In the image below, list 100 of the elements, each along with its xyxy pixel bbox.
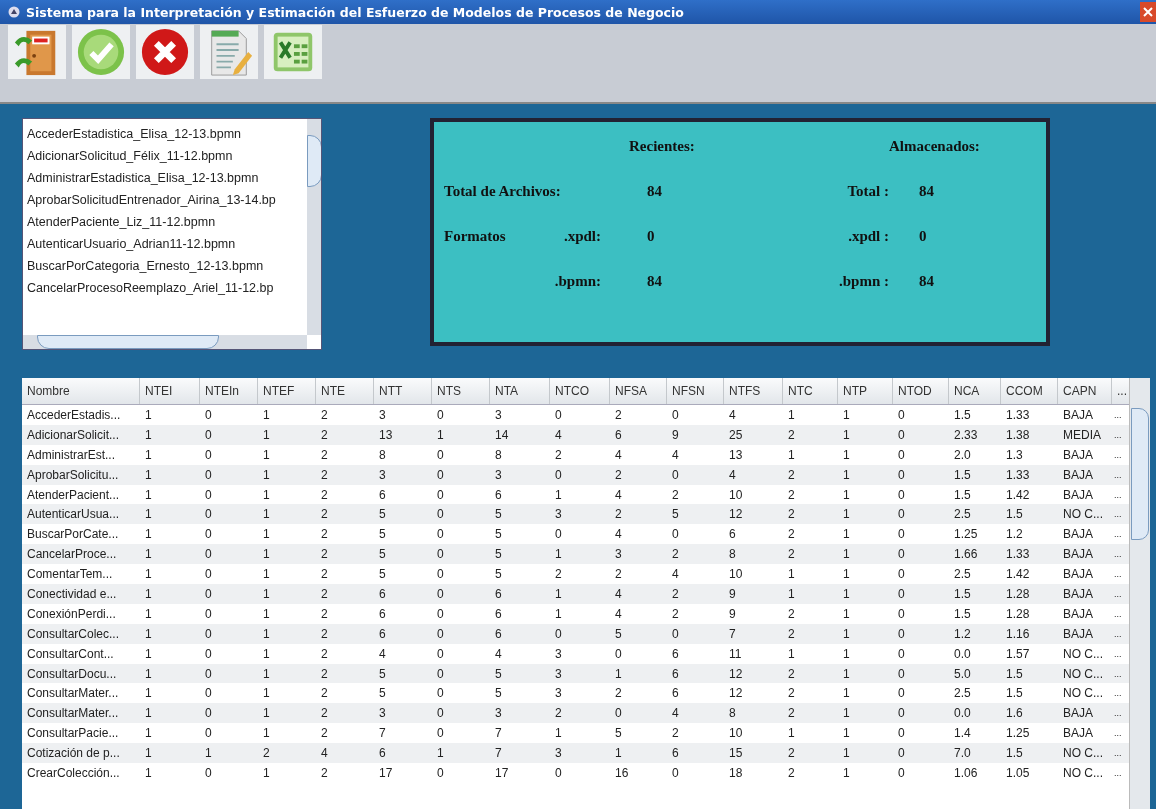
table-cell-text: 1 — [842, 586, 851, 603]
table-cell-text: ConsultarMater... — [26, 685, 120, 703]
table-cell-text: 0 — [897, 745, 906, 763]
table-cell-text: 1 — [262, 765, 271, 783]
table-cell-text: 0 — [897, 446, 906, 464]
table-cell-text: ConsultarMater... — [26, 705, 120, 723]
column-header[interactable]: NTP — [838, 378, 893, 404]
table-cell-text: 1 — [144, 745, 153, 763]
table-cell-text: 0 — [897, 426, 906, 444]
table-cell-text: ... — [1113, 627, 1123, 641]
table-cell-text: 4 — [671, 566, 680, 584]
file-list-item[interactable]: AprobarSolicitudEntrenador_Airina_13-14.bp — [27, 189, 307, 211]
vertical-scrollbar[interactable] — [1129, 378, 1150, 809]
table-cell-text: 0 — [897, 705, 906, 723]
table-cell-text: BAJA — [1062, 407, 1094, 424]
table-cell-text: 1 — [842, 745, 851, 763]
table-cell-text: 1 — [262, 506, 271, 524]
table-cell-text: 1 — [842, 665, 851, 683]
table-cell-text: 1 — [787, 645, 796, 663]
table-cell-text: ... — [1113, 647, 1123, 661]
table-cell-text: 2 — [320, 665, 329, 683]
table-cell-text: 1 — [842, 765, 851, 783]
column-header[interactable]: CCOM — [1001, 378, 1058, 404]
column-header[interactable]: NFSN — [667, 378, 724, 404]
column-header[interactable]: NTT — [374, 378, 432, 404]
file-list-item[interactable]: BuscarPorCategoria_Ernesto_12-13.bpmn — [27, 255, 307, 277]
toolbar-button[interactable] — [264, 25, 322, 79]
column-header[interactable]: NTOD — [893, 378, 949, 404]
table-cell-text: 0 — [436, 566, 445, 584]
table-cell-text: 0 — [554, 407, 563, 424]
column-header[interactable]: NTFS — [724, 378, 783, 404]
column-header[interactable]: NTC — [783, 378, 838, 404]
table-cell-text: 1 — [554, 486, 563, 504]
table-cell-text: 0 — [436, 605, 445, 623]
table-cell-text: 1.33 — [1005, 466, 1031, 484]
column-header[interactable]: NTA — [490, 378, 550, 404]
toolbar-button[interactable] — [136, 25, 194, 79]
table-cell-text: 2 — [320, 426, 329, 444]
table-cell-text: 1.06 — [953, 765, 979, 783]
table-cell-text: 2 — [787, 625, 796, 643]
column-header[interactable]: NTEI — [140, 378, 200, 404]
toolbar-button[interactable] — [200, 25, 258, 79]
table-cell-text: 2.5 — [953, 506, 972, 524]
column-header[interactable]: NFSA — [610, 378, 667, 404]
column-header[interactable]: Nombre — [22, 378, 140, 404]
table-cell-text: 2 — [320, 705, 329, 723]
file-list-item[interactable]: CancelarProcesoReemplazo_Ariel_11-12.bp — [27, 277, 307, 299]
table-cell-text: 17 — [378, 765, 394, 783]
toolbar-button[interactable] — [8, 25, 66, 79]
column-header[interactable]: NTEIn — [200, 378, 258, 404]
table-cell-text: 0 — [436, 705, 445, 723]
table-cell-text: 1.4 — [953, 725, 972, 743]
table-cell-text: 0 — [204, 765, 213, 783]
table-cell-text: 1 — [787, 586, 796, 603]
table-cell-text: 2 — [320, 526, 329, 544]
table-cell-text: 12 — [728, 685, 744, 703]
table-cell-text: 1 — [144, 725, 153, 743]
file-list-item[interactable]: AtenderPaciente_Liz_11-12.bpmn — [27, 211, 307, 233]
table-cell-text: 0 — [436, 665, 445, 683]
table-cell-text: ConsultarPacie... — [26, 725, 120, 743]
horizontal-scrollbar[interactable] — [23, 335, 307, 349]
table-cell-text: BAJA — [1062, 446, 1094, 464]
table-cell-text: 4 — [320, 745, 329, 763]
table-cell-text: 6 — [378, 625, 387, 643]
table-cell-text: 1 — [262, 705, 271, 723]
table-cell-text: 17 — [494, 765, 510, 783]
table-cell-text: 1.5 — [1005, 685, 1024, 703]
file-list-item[interactable]: AccederEstadistica_Elisa_12-13.bpmn — [27, 123, 307, 145]
table-cell-text: 0 — [204, 725, 213, 743]
table-cell-text: 2 — [320, 605, 329, 623]
table-cell-text: 2 — [320, 486, 329, 504]
table-cell-text: 1.6 — [1005, 705, 1024, 723]
table-cell-text: BAJA — [1062, 486, 1094, 504]
table-cell-text: 1 — [842, 546, 851, 564]
column-header[interactable]: NTCO — [550, 378, 610, 404]
table-cell-text: 1.57 — [1005, 645, 1031, 663]
table-cell-text: 1 — [554, 546, 563, 564]
close-button[interactable] — [1140, 2, 1156, 22]
table-cell-text: ... — [1113, 448, 1123, 462]
table-cell-text: 0 — [897, 625, 906, 643]
table-cell-text: 1 — [262, 566, 271, 584]
file-list-item[interactable]: AdicionarSolicitud_Félix_11-12.bpmn — [27, 145, 307, 167]
vertical-scrollbar[interactable] — [307, 119, 321, 335]
column-header[interactable]: NCA — [949, 378, 1001, 404]
table-cell-text: 1 — [262, 466, 271, 484]
table-cell-text: 1 — [262, 586, 271, 603]
summary-value: 0 — [646, 228, 656, 245]
table-cell-text: 0 — [554, 765, 563, 783]
column-header[interactable]: NTS — [432, 378, 490, 404]
table-cell-text: 0 — [897, 665, 906, 683]
column-header[interactable]: CAPN — [1058, 378, 1112, 404]
table-cell-text: 4 — [671, 705, 680, 723]
table-cell-text: 8 — [378, 446, 387, 464]
file-list-item[interactable]: AdministrarEstadistica_Elisa_12-13.bpmn — [27, 167, 307, 189]
table-cell-text: 1 — [842, 466, 851, 484]
table-cell-text: 6 — [671, 665, 680, 683]
column-header[interactable]: NTE — [316, 378, 374, 404]
file-list-item[interactable]: AutenticarUsuario_Adrian11-12.bpmn — [27, 233, 307, 255]
column-header[interactable]: NTEF — [258, 378, 316, 404]
table-cell-text: 1 — [144, 486, 153, 504]
